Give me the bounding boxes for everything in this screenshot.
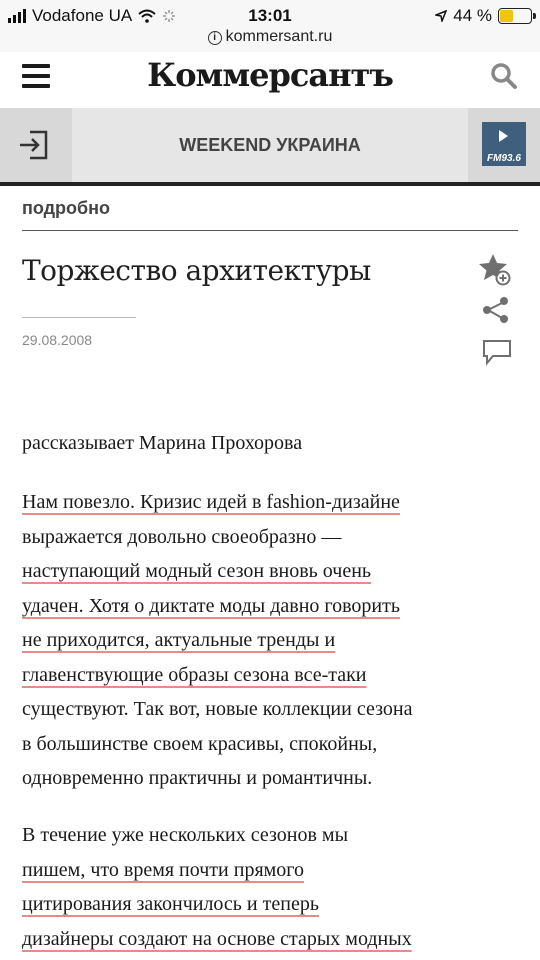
paragraph-line: цитирования закончилось и теперь: [22, 887, 522, 922]
paragraph-line: пишем, что время почти прямого: [22, 853, 522, 888]
paragraph-line: дизайнеры создают на основе старых модны…: [22, 922, 522, 957]
battery-icon: [498, 8, 536, 24]
share-icon[interactable]: [476, 294, 516, 328]
paragraph-line: В течение уже нескольких сезонов мы: [22, 824, 349, 846]
highlighted-text: Нам повезло. Кризис идей в fashion-дизай…: [22, 491, 400, 513]
highlighted-text: главенствующие образы сезона все-таки: [22, 663, 367, 686]
search-icon[interactable]: [490, 62, 518, 90]
highlighted-text: наступающий модный сезон вновь очень: [22, 560, 372, 582]
paragraph-line: наступающий модный сезон вновь очень: [22, 554, 522, 589]
author-line: рассказывает Марина Прохорова: [22, 432, 303, 454]
paragraph-line: главенствующие образы сезона все-таки: [22, 658, 522, 693]
comment-icon[interactable]: [476, 336, 516, 370]
battery-percent: 44 %: [453, 6, 492, 25]
divider: [0, 182, 540, 186]
highlighted-text: не приходится, актуальные тренды и: [22, 629, 336, 651]
article-title: Торжество архитектуры: [22, 254, 371, 287]
highlighted-text: удачен. Хотя о диктате моды давно говори…: [22, 594, 400, 617]
info-icon[interactable]: i: [207, 31, 222, 45]
highlighted-text: цитирования закончилось и теперь: [22, 893, 319, 915]
paragraph-line: Нам повезло. Кризис идей в fashion-дизай…: [22, 485, 522, 520]
section-bar: WEEKEND УКРАИНА FM93.6: [0, 108, 540, 182]
status-bar: Vodafone UA 13:01 44 %: [0, 0, 540, 30]
paragraph-line: удачен. Хотя о диктате моды давно говори…: [22, 589, 522, 624]
highlighted-text: пишем, что время почти прямого: [22, 858, 305, 881]
paragraph-1: Нам повезло. Кризис идей в fashion-дизай…: [22, 485, 522, 796]
favorite-add-icon[interactable]: [476, 250, 516, 290]
paragraph-line: выражается довольно своеобразно —: [22, 525, 342, 548]
highlighted-text: дизайнеры создают на основе старых модны…: [22, 927, 412, 950]
login-button[interactable]: [0, 108, 72, 182]
radio-player[interactable]: FM93.6: [468, 108, 540, 182]
article-actions: [476, 250, 516, 370]
paragraph-line: не приходится, актуальные тренды и: [22, 623, 522, 658]
radio-label: FM93.6: [487, 153, 521, 164]
article-date: 29.08.2008: [22, 332, 93, 348]
rubric[interactable]: подробно: [22, 198, 110, 219]
login-icon: [20, 130, 48, 160]
address-bar[interactable]: i kommersant.ru: [0, 28, 540, 52]
rubric-divider: [22, 230, 518, 231]
location-arrow-icon: [435, 10, 448, 22]
paragraph-line: в большинстве своем красивы, спокойны,: [22, 732, 378, 755]
paragraph-line: одновременно практичны и романтичны.: [22, 767, 373, 789]
paragraph-line: существуют. Так вот, новые коллекции сез…: [22, 698, 413, 720]
url-text: kommersant.ru: [225, 28, 333, 45]
play-icon: [499, 130, 508, 142]
date-divider: [22, 317, 136, 318]
site-logo[interactable]: Коммерсантъ: [0, 56, 540, 94]
section-title[interactable]: WEEKEND УКРАИНА: [72, 108, 468, 182]
radio-play-button[interactable]: FM93.6: [482, 122, 526, 166]
status-right: 44 %: [435, 6, 536, 26]
masthead: Коммерсантъ: [0, 52, 540, 108]
paragraph-2: В течение уже нескольких сезонов мы пише…: [22, 818, 522, 956]
